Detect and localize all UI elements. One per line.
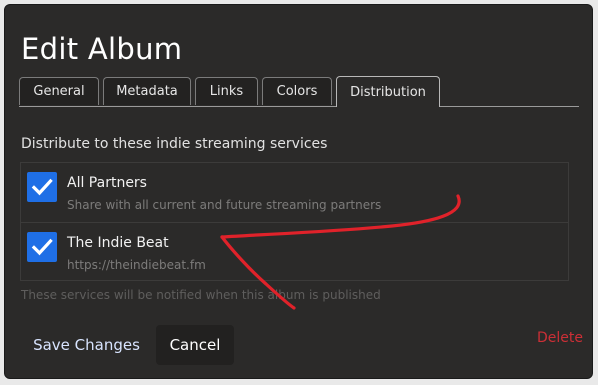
save-changes-button[interactable]: Save Changes xyxy=(23,325,150,365)
all-partners-description: Share with all current and future stream… xyxy=(67,198,382,212)
tab-bar: General Metadata Links Colors Distributi… xyxy=(19,76,579,107)
tab-distribution[interactable]: Distribution xyxy=(336,76,440,107)
all-partners-label: All Partners xyxy=(67,175,147,191)
tab-colors[interactable]: Colors xyxy=(262,77,332,105)
all-partners-checkbox[interactable] xyxy=(27,172,57,202)
cancel-button[interactable]: Cancel xyxy=(156,325,234,365)
services-list: All Partners Share with all current and … xyxy=(20,162,569,281)
edit-album-dialog: Edit Album General Metadata Links Colors… xyxy=(4,4,593,379)
checkmark-icon xyxy=(31,238,53,256)
checkmark-icon xyxy=(31,178,53,196)
tab-metadata[interactable]: Metadata xyxy=(103,77,191,105)
tab-general[interactable]: General xyxy=(19,77,99,105)
service-row-indie-beat[interactable]: The Indie Beat https://theindiebeat.fm xyxy=(21,222,568,281)
service-row-all-partners[interactable]: All Partners Share with all current and … xyxy=(21,163,568,222)
delete-link[interactable]: Delete xyxy=(537,330,583,346)
notification-footnote: These services will be notified when thi… xyxy=(21,288,381,302)
dialog-title: Edit Album xyxy=(21,32,183,66)
indie-beat-url: https://theindiebeat.fm xyxy=(67,258,206,272)
indie-beat-checkbox[interactable] xyxy=(27,232,57,262)
distribution-heading: Distribute to these indie streaming serv… xyxy=(21,136,328,152)
indie-beat-label: The Indie Beat xyxy=(67,235,169,251)
tab-links[interactable]: Links xyxy=(195,77,258,105)
